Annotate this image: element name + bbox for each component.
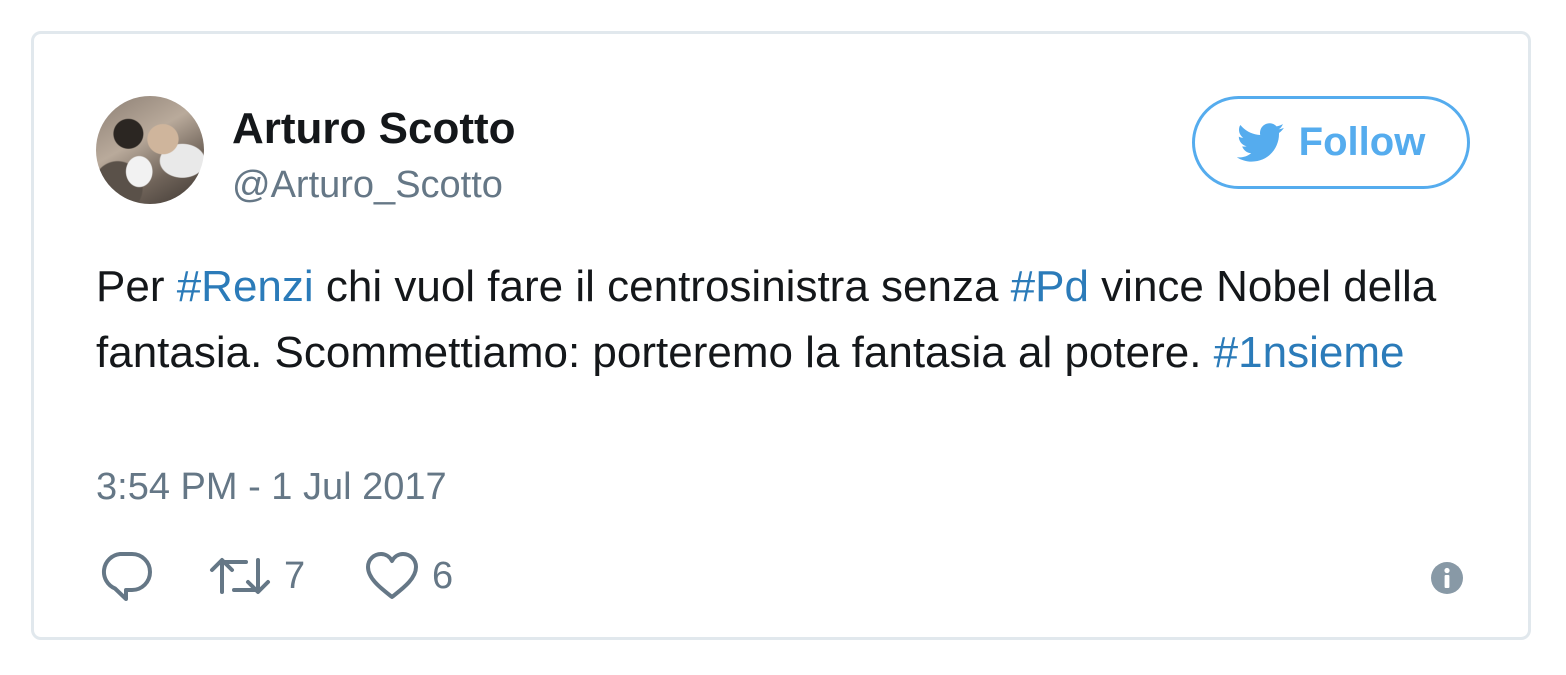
retweet-button[interactable]: 7 — [208, 548, 305, 604]
info-icon[interactable] — [1430, 561, 1464, 595]
hashtag-pd[interactable]: #Pd — [1011, 262, 1089, 311]
twitter-bird-icon — [1236, 122, 1285, 163]
tweet-text-segment: chi vuol fare il centrosinistra senza — [313, 262, 1011, 311]
heart-icon — [364, 551, 420, 601]
reply-button[interactable] — [98, 548, 154, 604]
retweet-icon — [208, 552, 272, 600]
hashtag-1nsieme[interactable]: #1nsieme — [1214, 328, 1405, 377]
avatar[interactable] — [96, 96, 204, 204]
hashtag-renzi[interactable]: #Renzi — [177, 262, 314, 311]
author-handle[interactable]: @Arturo_Scotto — [232, 164, 503, 207]
tweet-text-segment: Per — [96, 262, 177, 311]
author-name[interactable]: Arturo Scotto — [232, 104, 516, 154]
like-button[interactable]: 6 — [364, 548, 453, 604]
tweet-text: Per #Renzi chi vuol fare il centrosinist… — [96, 254, 1476, 386]
follow-label: Follow — [1298, 120, 1426, 164]
retweet-count: 7 — [284, 554, 306, 597]
follow-button[interactable]: Follow — [1192, 96, 1470, 189]
reply-icon — [98, 550, 154, 602]
tweet-timestamp[interactable]: 3:54 PM - 1 Jul 2017 — [96, 466, 447, 509]
like-count: 6 — [432, 554, 454, 597]
